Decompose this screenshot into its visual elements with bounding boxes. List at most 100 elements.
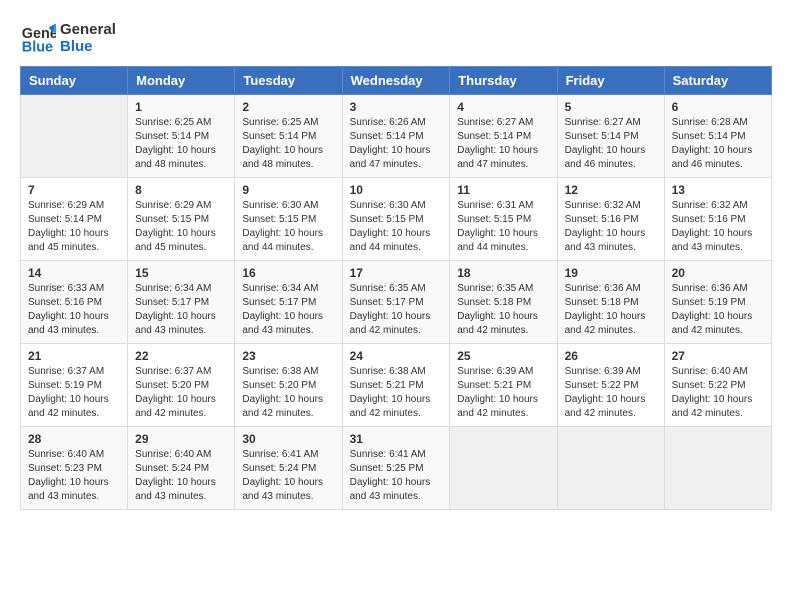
day-number: 6 [672,100,764,114]
calendar-cell [21,95,128,178]
calendar-week-1: 7 Sunrise: 6:29 AMSunset: 5:14 PMDayligh… [21,178,772,261]
calendar-cell: 29 Sunrise: 6:40 AMSunset: 5:24 PMDaylig… [128,427,235,510]
logo: General Blue General Blue [20,20,116,56]
day-number: 27 [672,349,764,363]
day-info: Sunrise: 6:38 AMSunset: 5:21 PMDaylight:… [350,365,443,421]
calendar-cell: 25 Sunrise: 6:39 AMSunset: 5:21 PMDaylig… [450,344,557,427]
day-info: Sunrise: 6:25 AMSunset: 5:14 PMDaylight:… [242,116,334,172]
header-friday: Friday [557,67,664,95]
day-number: 10 [350,183,443,197]
day-number: 25 [457,349,549,363]
day-number: 20 [672,266,764,280]
day-info: Sunrise: 6:37 AMSunset: 5:19 PMDaylight:… [28,365,120,421]
day-number: 28 [28,432,120,446]
day-info: Sunrise: 6:40 AMSunset: 5:23 PMDaylight:… [28,448,120,504]
day-number: 21 [28,349,120,363]
calendar-cell: 14 Sunrise: 6:33 AMSunset: 5:16 PMDaylig… [21,261,128,344]
calendar-cell: 15 Sunrise: 6:34 AMSunset: 5:17 PMDaylig… [128,261,235,344]
calendar-cell: 5 Sunrise: 6:27 AMSunset: 5:14 PMDayligh… [557,95,664,178]
day-number: 4 [457,100,549,114]
day-info: Sunrise: 6:33 AMSunset: 5:16 PMDaylight:… [28,282,120,338]
calendar-cell: 4 Sunrise: 6:27 AMSunset: 5:14 PMDayligh… [450,95,557,178]
day-number: 29 [135,432,227,446]
calendar-cell: 18 Sunrise: 6:35 AMSunset: 5:18 PMDaylig… [450,261,557,344]
calendar-header-row: SundayMondayTuesdayWednesdayThursdayFrid… [21,67,772,95]
header-monday: Monday [128,67,235,95]
day-info: Sunrise: 6:29 AMSunset: 5:15 PMDaylight:… [135,199,227,255]
calendar-cell: 19 Sunrise: 6:36 AMSunset: 5:18 PMDaylig… [557,261,664,344]
calendar-cell: 24 Sunrise: 6:38 AMSunset: 5:21 PMDaylig… [342,344,450,427]
day-info: Sunrise: 6:37 AMSunset: 5:20 PMDaylight:… [135,365,227,421]
calendar-cell: 28 Sunrise: 6:40 AMSunset: 5:23 PMDaylig… [21,427,128,510]
calendar-cell [450,427,557,510]
calendar-cell: 2 Sunrise: 6:25 AMSunset: 5:14 PMDayligh… [235,95,342,178]
day-number: 31 [350,432,443,446]
day-number: 7 [28,183,120,197]
day-info: Sunrise: 6:41 AMSunset: 5:24 PMDaylight:… [242,448,334,504]
day-info: Sunrise: 6:32 AMSunset: 5:16 PMDaylight:… [672,199,764,255]
header-thursday: Thursday [450,67,557,95]
day-number: 11 [457,183,549,197]
day-info: Sunrise: 6:28 AMSunset: 5:14 PMDaylight:… [672,116,764,172]
calendar-cell: 20 Sunrise: 6:36 AMSunset: 5:19 PMDaylig… [664,261,771,344]
day-number: 26 [565,349,657,363]
logo-text-general: General [60,21,116,38]
calendar-cell: 6 Sunrise: 6:28 AMSunset: 5:14 PMDayligh… [664,95,771,178]
day-number: 14 [28,266,120,280]
day-number: 2 [242,100,334,114]
day-number: 1 [135,100,227,114]
day-info: Sunrise: 6:31 AMSunset: 5:15 PMDaylight:… [457,199,549,255]
day-number: 15 [135,266,227,280]
calendar-table: SundayMondayTuesdayWednesdayThursdayFrid… [20,66,772,510]
header-wednesday: Wednesday [342,67,450,95]
header-sunday: Sunday [21,67,128,95]
calendar-cell: 26 Sunrise: 6:39 AMSunset: 5:22 PMDaylig… [557,344,664,427]
calendar-cell: 16 Sunrise: 6:34 AMSunset: 5:17 PMDaylig… [235,261,342,344]
calendar-cell [557,427,664,510]
day-info: Sunrise: 6:34 AMSunset: 5:17 PMDaylight:… [242,282,334,338]
header-tuesday: Tuesday [235,67,342,95]
day-number: 8 [135,183,227,197]
calendar-cell: 8 Sunrise: 6:29 AMSunset: 5:15 PMDayligh… [128,178,235,261]
logo-icon: General Blue [20,20,56,56]
day-number: 9 [242,183,334,197]
day-number: 23 [242,349,334,363]
header-saturday: Saturday [664,67,771,95]
day-info: Sunrise: 6:39 AMSunset: 5:21 PMDaylight:… [457,365,549,421]
calendar-cell: 13 Sunrise: 6:32 AMSunset: 5:16 PMDaylig… [664,178,771,261]
day-info: Sunrise: 6:26 AMSunset: 5:14 PMDaylight:… [350,116,443,172]
calendar-cell [664,427,771,510]
day-info: Sunrise: 6:38 AMSunset: 5:20 PMDaylight:… [242,365,334,421]
calendar-week-4: 28 Sunrise: 6:40 AMSunset: 5:23 PMDaylig… [21,427,772,510]
calendar-week-3: 21 Sunrise: 6:37 AMSunset: 5:19 PMDaylig… [21,344,772,427]
day-info: Sunrise: 6:30 AMSunset: 5:15 PMDaylight:… [242,199,334,255]
calendar-cell: 9 Sunrise: 6:30 AMSunset: 5:15 PMDayligh… [235,178,342,261]
day-info: Sunrise: 6:29 AMSunset: 5:14 PMDaylight:… [28,199,120,255]
day-number: 3 [350,100,443,114]
day-number: 17 [350,266,443,280]
svg-text:Blue: Blue [22,40,53,56]
day-info: Sunrise: 6:27 AMSunset: 5:14 PMDaylight:… [565,116,657,172]
calendar-cell: 22 Sunrise: 6:37 AMSunset: 5:20 PMDaylig… [128,344,235,427]
day-info: Sunrise: 6:39 AMSunset: 5:22 PMDaylight:… [565,365,657,421]
day-info: Sunrise: 6:30 AMSunset: 5:15 PMDaylight:… [350,199,443,255]
day-info: Sunrise: 6:35 AMSunset: 5:17 PMDaylight:… [350,282,443,338]
calendar-cell: 1 Sunrise: 6:25 AMSunset: 5:14 PMDayligh… [128,95,235,178]
calendar-cell: 12 Sunrise: 6:32 AMSunset: 5:16 PMDaylig… [557,178,664,261]
day-info: Sunrise: 6:32 AMSunset: 5:16 PMDaylight:… [565,199,657,255]
calendar-cell: 11 Sunrise: 6:31 AMSunset: 5:15 PMDaylig… [450,178,557,261]
day-info: Sunrise: 6:36 AMSunset: 5:18 PMDaylight:… [565,282,657,338]
day-number: 12 [565,183,657,197]
calendar-cell: 3 Sunrise: 6:26 AMSunset: 5:14 PMDayligh… [342,95,450,178]
day-number: 18 [457,266,549,280]
day-info: Sunrise: 6:27 AMSunset: 5:14 PMDaylight:… [457,116,549,172]
day-number: 22 [135,349,227,363]
day-info: Sunrise: 6:34 AMSunset: 5:17 PMDaylight:… [135,282,227,338]
calendar-cell: 30 Sunrise: 6:41 AMSunset: 5:24 PMDaylig… [235,427,342,510]
logo-text-blue: Blue [60,38,116,55]
day-number: 30 [242,432,334,446]
calendar-cell: 21 Sunrise: 6:37 AMSunset: 5:19 PMDaylig… [21,344,128,427]
day-number: 13 [672,183,764,197]
calendar-cell: 27 Sunrise: 6:40 AMSunset: 5:22 PMDaylig… [664,344,771,427]
calendar-cell: 7 Sunrise: 6:29 AMSunset: 5:14 PMDayligh… [21,178,128,261]
